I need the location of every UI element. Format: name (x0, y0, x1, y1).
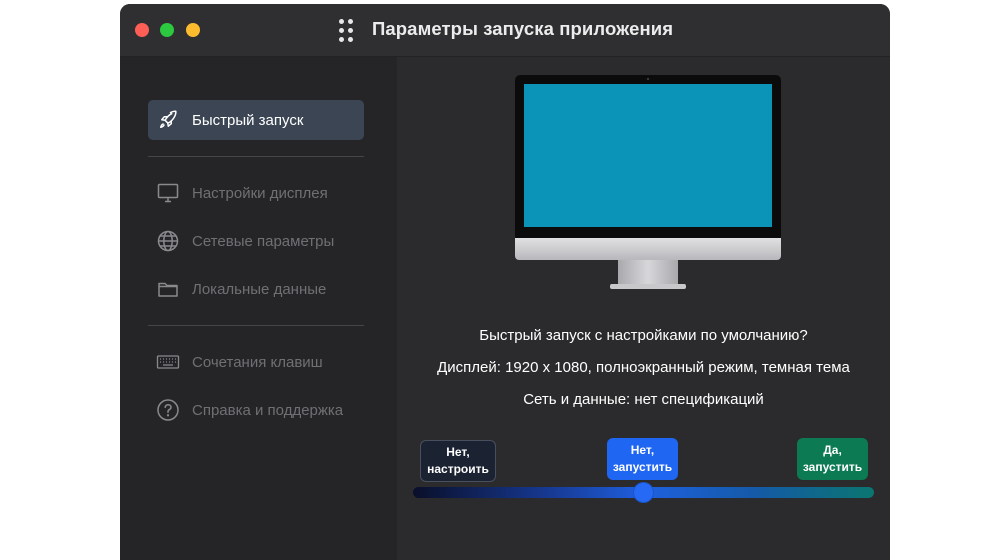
app-window: Параметры запуска приложения Быстрый зап… (120, 4, 890, 560)
network-summary: Сеть и данные: нет спецификаций (523, 391, 764, 408)
sidebar-item-label: Сочетания клавиш (192, 353, 323, 371)
choice-slider-handle[interactable] (634, 483, 653, 502)
sidebar-item-local-data[interactable]: Локальные данные (148, 269, 364, 309)
main-panel: Быстрый запуск с настройками по умолчани… (397, 57, 890, 560)
sidebar-item-quick-launch[interactable]: Быстрый запуск (148, 100, 364, 140)
no-configure-button[interactable]: Нет, настроить (420, 440, 496, 482)
app-grid-icon (339, 19, 355, 43)
button-label-line: настроить (427, 462, 489, 476)
sidebar-item-label: Справка и поддержка (192, 401, 344, 419)
button-label-line: запустить (612, 460, 673, 474)
monitor-illustration (515, 75, 781, 289)
sidebar-item-label: Локальные данные (192, 280, 327, 298)
sidebar-divider (148, 156, 364, 157)
window-title: Параметры запуска приложения (372, 18, 674, 39)
sidebar: Быстрый запуск Настройки дисплея Сетевые (120, 57, 397, 560)
close-window-button[interactable] (135, 23, 149, 37)
globe-icon (156, 229, 180, 253)
button-label-line: Да, (823, 443, 842, 457)
rocket-icon (156, 108, 180, 132)
no-launch-button[interactable]: Нет, запустить (607, 438, 678, 480)
button-label-line: запустить (802, 460, 863, 474)
sidebar-item-label: Быстрый запуск (192, 111, 304, 129)
sidebar-item-display-settings[interactable]: Настройки дисплея (148, 173, 364, 213)
zoom-window-button[interactable] (160, 23, 174, 37)
folder-icon (156, 277, 180, 301)
button-label-line: Нет, (446, 445, 470, 459)
keyboard-icon (156, 350, 180, 374)
sidebar-item-shortcuts[interactable]: Сочетания клавиш (148, 342, 364, 382)
yes-launch-button[interactable]: Да, запустить (797, 438, 868, 480)
sidebar-item-label: Настройки дисплея (192, 184, 328, 202)
quick-launch-question: Быстрый запуск с настройками по умолчани… (479, 327, 808, 344)
sidebar-item-network-settings[interactable]: Сетевые параметры (148, 221, 364, 261)
sidebar-divider (148, 325, 364, 326)
sidebar-item-label: Сетевые параметры (192, 232, 335, 250)
monitor-screen (524, 84, 772, 227)
title-bar: Параметры запуска приложения (120, 4, 890, 57)
monitor-icon (156, 181, 180, 205)
help-icon (156, 398, 180, 422)
display-summary: Дисплей: 1920 x 1080, полноэкранный режи… (437, 359, 850, 376)
minimize-window-button[interactable] (186, 23, 200, 37)
button-label-line: Нет, (630, 443, 655, 457)
sidebar-item-help[interactable]: Справка и поддержка (148, 390, 364, 430)
